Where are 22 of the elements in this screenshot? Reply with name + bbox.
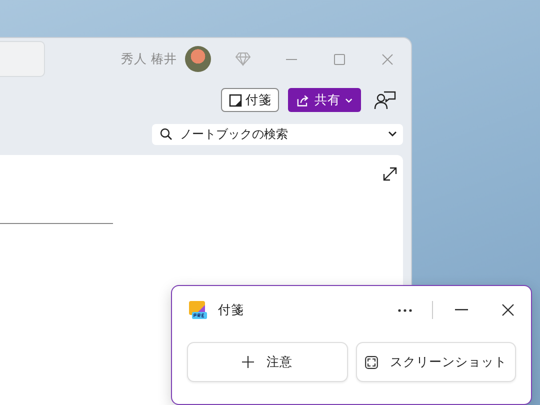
expand-icon[interactable] bbox=[383, 167, 397, 181]
close-icon[interactable] bbox=[502, 304, 514, 316]
search-input[interactable]: ノートブックの検索 bbox=[180, 127, 380, 141]
search-field[interactable]: ノートブックの検索 bbox=[152, 124, 403, 144]
share-button[interactable]: 共有 bbox=[288, 88, 361, 112]
avatar[interactable] bbox=[185, 46, 211, 72]
plus-icon bbox=[242, 356, 254, 368]
chevron-icon bbox=[388, 131, 397, 137]
sticky-note-icon bbox=[228, 94, 242, 106]
add-note-button[interactable]: 注意 bbox=[187, 342, 348, 382]
caret-icon[interactable] bbox=[345, 98, 353, 102]
window-title: 付箋 bbox=[218, 302, 244, 318]
input-field[interactable] bbox=[0, 41, 45, 77]
app-logo-icon bbox=[189, 301, 207, 319]
user-name: 秀人 椿井 bbox=[121, 50, 177, 68]
screenshot-button[interactable]: スクリーンショット bbox=[356, 342, 516, 382]
minimize-icon[interactable] bbox=[454, 309, 468, 311]
share-icon bbox=[296, 94, 310, 106]
sticky-notes-button[interactable]: 付箋 bbox=[221, 88, 279, 112]
search-icon bbox=[160, 128, 172, 140]
maximize-icon[interactable] bbox=[334, 54, 344, 64]
screenshot-icon bbox=[364, 356, 378, 368]
